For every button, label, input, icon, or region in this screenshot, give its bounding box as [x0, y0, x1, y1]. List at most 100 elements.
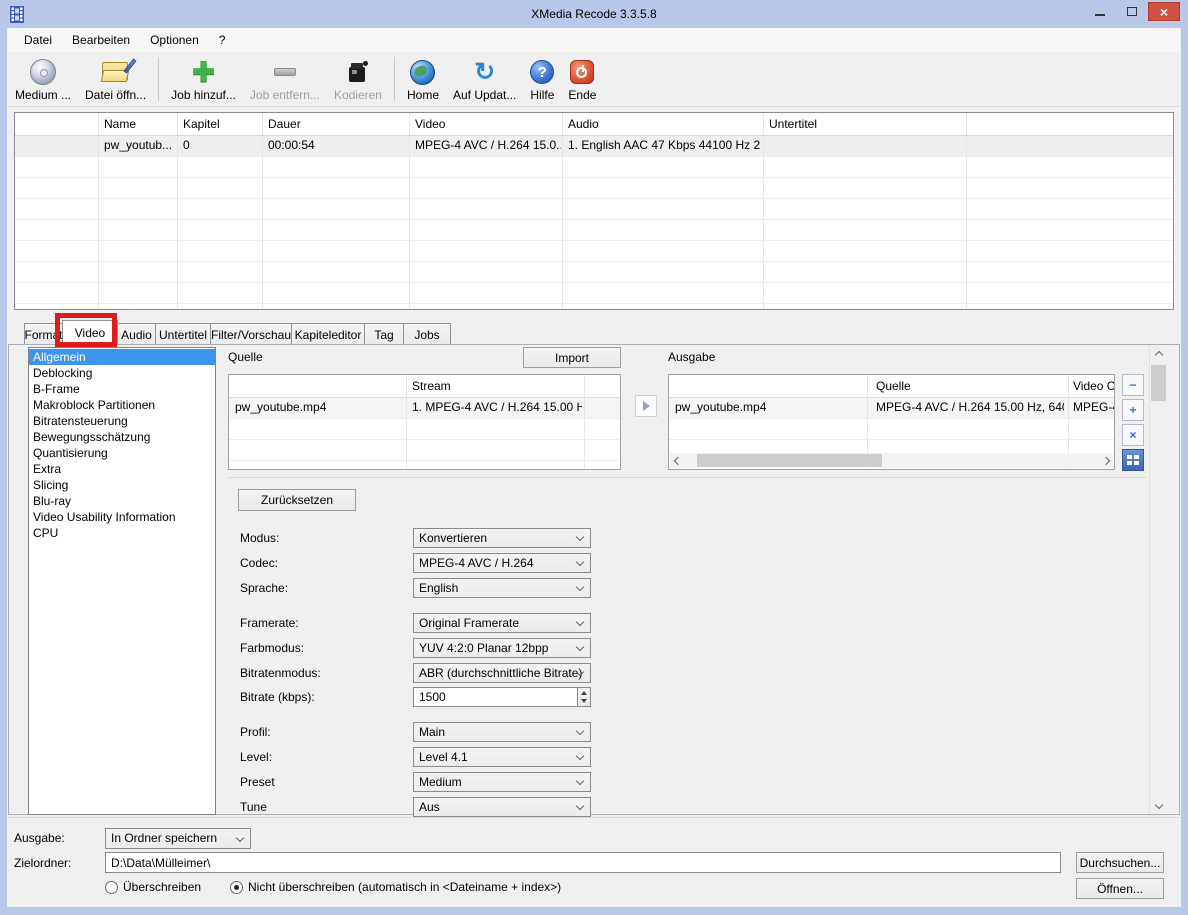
- codec-select[interactable]: MPEG-4 AVC / H.264: [413, 553, 591, 573]
- open-file-button[interactable]: Datei öffn...: [78, 54, 153, 104]
- scroll-right-arrow-icon[interactable]: [1098, 453, 1113, 468]
- output-column-video-codec[interactable]: Video Co: [1073, 376, 1114, 397]
- home-button[interactable]: Home: [400, 54, 446, 104]
- form-row-tune: Tune Aus: [0, 797, 1188, 818]
- sidebar-item-allgemein[interactable]: Allgemein: [29, 349, 215, 365]
- tune-select[interactable]: Aus: [413, 797, 591, 817]
- bitrate-calculator-button[interactable]: [1122, 449, 1144, 471]
- source-row-file[interactable]: pw_youtube.mp4: [235, 397, 403, 418]
- job-cell-video[interactable]: MPEG-4 AVC / H.264 15.0...: [415, 135, 561, 156]
- close-button[interactable]: ×: [1148, 2, 1180, 21]
- column-header-dauer[interactable]: Dauer: [268, 114, 301, 135]
- sidebar-item-extra[interactable]: Extra: [29, 461, 215, 477]
- sidebar-item-blu-ray[interactable]: Blu-ray: [29, 493, 215, 509]
- bitrate-input[interactable]: 1500: [413, 687, 577, 707]
- bitratenmodus-select[interactable]: ABR (durchschnittliche Bitrate): [413, 663, 591, 683]
- import-button[interactable]: Import: [523, 347, 621, 368]
- job-cell-name[interactable]: pw_youtub...: [104, 135, 176, 156]
- menu-datei[interactable]: Datei: [14, 29, 62, 51]
- framerate-select[interactable]: Original Framerate: [413, 613, 591, 633]
- tab-tag[interactable]: Tag: [364, 323, 404, 345]
- source-row-stream[interactable]: 1. MPEG-4 AVC / H.264 15.00 H...: [412, 397, 582, 418]
- source-table[interactable]: Stream pw_youtube.mp4 1. MPEG-4 AVC / H.…: [228, 374, 621, 470]
- tab-format[interactable]: Format: [24, 323, 63, 345]
- sidebar-item-deblocking[interactable]: Deblocking: [29, 365, 215, 381]
- form-row-farbmodus: Farbmodus: YUV 4:2:0 Planar 12bpp: [0, 638, 1188, 659]
- column-header-name[interactable]: Name: [104, 114, 136, 135]
- titlebar: XMedia Recode 3.3.5.8 ×: [0, 0, 1188, 28]
- reset-button[interactable]: Zurücksetzen: [238, 489, 356, 511]
- scrollbar-thumb[interactable]: [697, 454, 882, 467]
- radio-overwrite[interactable]: Überschreiben: [105, 880, 201, 894]
- menu-hilfe-fragezeichen[interactable]: ?: [209, 29, 236, 51]
- job-cell-kapitel[interactable]: 0: [183, 135, 190, 156]
- open-button[interactable]: Öffnen...: [1076, 878, 1164, 899]
- output-row-quelle[interactable]: MPEG-4 AVC / H.264 15.00 Hz, 640 ...: [876, 397, 1064, 418]
- column-header-video[interactable]: Video: [415, 114, 445, 135]
- chevron-down-icon: [576, 533, 584, 541]
- tab-filter-vorschau[interactable]: Filter/Vorschau: [210, 323, 292, 345]
- preset-select[interactable]: Medium: [413, 772, 591, 792]
- remove-stream-button[interactable]: −: [1122, 374, 1144, 396]
- radio-circle-icon: [105, 881, 118, 894]
- sprache-select[interactable]: English: [413, 578, 591, 598]
- sidebar-item-slicing[interactable]: Slicing: [29, 477, 215, 493]
- browse-button[interactable]: Durchsuchen...: [1076, 852, 1164, 873]
- tab-audio[interactable]: Audio: [117, 323, 156, 345]
- menu-bearbeiten[interactable]: Bearbeiten: [62, 29, 140, 51]
- add-stream-button[interactable]: +: [1122, 399, 1144, 421]
- sidebar-item-b-frame[interactable]: B-Frame: [29, 381, 215, 397]
- sidebar-item-video-usability[interactable]: Video Usability Information: [29, 509, 215, 525]
- chevron-down-icon: [576, 618, 584, 626]
- scroll-up-arrow-icon[interactable]: [1150, 346, 1167, 363]
- output-mode-select[interactable]: In Ordner speichern: [105, 828, 251, 849]
- select-value: Aus: [419, 800, 440, 814]
- column-header-audio[interactable]: Audio: [568, 114, 599, 135]
- farbmodus-select[interactable]: YUV 4:2:0 Planar 12bpp: [413, 638, 591, 658]
- field-label: Codec:: [240, 556, 278, 570]
- chevron-down-icon: [576, 802, 584, 810]
- job-cell-dauer[interactable]: 00:00:54: [268, 135, 315, 156]
- medium-button[interactable]: Medium ...: [8, 54, 78, 104]
- output-table[interactable]: Quelle Video Co pw_youtube.mp4 MPEG-4 AV…: [668, 374, 1115, 470]
- delete-stream-button[interactable]: ×: [1122, 424, 1144, 446]
- add-plus-icon: ✚: [192, 59, 215, 85]
- job-cell-audio[interactable]: 1. English AAC 47 Kbps 44100 Hz 2 ...: [568, 135, 762, 156]
- output-horizontal-scrollbar[interactable]: [670, 453, 1113, 468]
- transfer-arrow-button[interactable]: [635, 395, 657, 417]
- exit-button[interactable]: Ende: [561, 54, 603, 104]
- output-row-video[interactable]: MPEG-4: [1073, 397, 1114, 418]
- spinner-down-icon[interactable]: [581, 699, 587, 703]
- output-row-file[interactable]: pw_youtube.mp4: [675, 397, 863, 418]
- minimize-button[interactable]: [1084, 2, 1116, 21]
- target-folder-input[interactable]: [105, 852, 1061, 873]
- sidebar-item-quantisierung[interactable]: Quantisierung: [29, 445, 215, 461]
- scroll-left-arrow-icon[interactable]: [670, 453, 685, 468]
- help-button[interactable]: ? Hilfe: [523, 54, 561, 104]
- column-header-kapitel[interactable]: Kapitel: [183, 114, 220, 135]
- select-value: MPEG-4 AVC / H.264: [419, 556, 534, 570]
- job-list-table[interactable]: Name Kapitel Dauer Video Audio Untertite…: [14, 112, 1174, 310]
- tab-kapiteleditor[interactable]: Kapiteleditor: [291, 323, 365, 345]
- scrollbar-thumb[interactable]: [1151, 365, 1166, 401]
- sidebar-item-makroblock[interactable]: Makroblock Partitionen: [29, 397, 215, 413]
- spinner-up-icon[interactable]: [581, 691, 587, 695]
- field-label: Farbmodus:: [240, 641, 304, 655]
- sidebar-item-bitratensteuerung[interactable]: Bitratensteuerung: [29, 413, 215, 429]
- modus-select[interactable]: Konvertieren: [413, 528, 591, 548]
- profil-select[interactable]: Main: [413, 722, 591, 742]
- menu-optionen[interactable]: Optionen: [140, 29, 209, 51]
- source-column-stream[interactable]: Stream: [412, 376, 451, 397]
- bitrate-spinner[interactable]: [577, 687, 591, 707]
- radio-no-overwrite[interactable]: Nicht überschreiben (automatisch in <Dat…: [230, 880, 561, 894]
- tab-video[interactable]: Video: [62, 320, 118, 345]
- sidebar-item-bewegungsschaetzung[interactable]: Bewegungsschätzung: [29, 429, 215, 445]
- column-header-untertitel[interactable]: Untertitel: [769, 114, 817, 135]
- tab-untertitel[interactable]: Untertitel: [155, 323, 211, 345]
- tab-jobs[interactable]: Jobs: [403, 323, 451, 345]
- output-column-quelle[interactable]: Quelle: [876, 376, 911, 397]
- check-update-button[interactable]: ↻ Auf Updat...: [446, 54, 523, 104]
- add-job-button[interactable]: ✚ Job hinzuf...: [164, 54, 243, 104]
- level-select[interactable]: Level 4.1: [413, 747, 591, 767]
- maximize-button[interactable]: [1116, 2, 1148, 21]
